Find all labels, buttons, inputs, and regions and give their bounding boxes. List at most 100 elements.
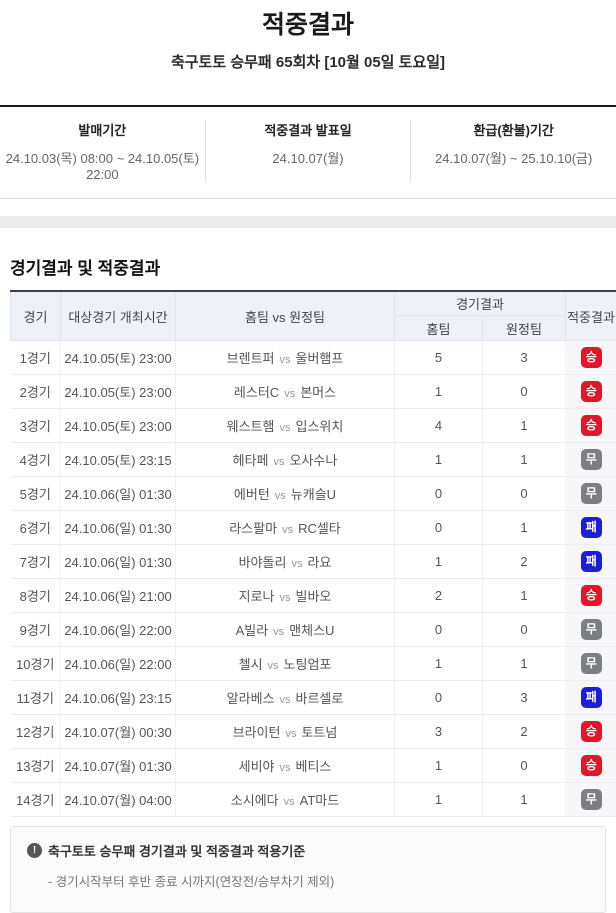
away-score: 0 [483, 749, 566, 783]
vs-label: vs [270, 490, 291, 502]
vs-label: vs [263, 660, 284, 672]
result-badge: 승 [581, 347, 602, 368]
game-time: 24.10.06(일) 23:15 [61, 681, 176, 715]
matchup: 첼시vs노팅엄포 [176, 647, 395, 681]
info-label: 환급(환불)기간 [411, 120, 616, 139]
hit-result-cell: 무 [566, 613, 616, 647]
matchup: 에버턴vs뉴캐슬U [176, 477, 395, 511]
game-time: 24.10.07(월) 04:00 [61, 783, 176, 817]
result-badge: 무 [581, 449, 602, 470]
game-time: 24.10.06(일) 01:30 [61, 511, 176, 545]
away-team: 라요 [307, 555, 331, 570]
hit-result-cell: 무 [566, 647, 616, 681]
table-row: 3경기 24.10.05(토) 23:00 웨스트햄vs입스위치 4 1 승 [11, 409, 616, 443]
table-row: 13경기 24.10.07(월) 01:30 세비야vs베티스 1 0 승 [11, 749, 616, 783]
matchup: 웨스트햄vs입스위치 [176, 409, 395, 443]
home-team: 바야돌리 [239, 555, 287, 570]
away-team: AT마드 [300, 793, 340, 808]
home-team: 에버턴 [234, 487, 270, 502]
result-badge: 승 [581, 381, 602, 402]
away-score: 1 [483, 579, 566, 613]
game-time: 24.10.05(토) 23:00 [61, 341, 176, 375]
game-time: 24.10.05(토) 23:00 [61, 375, 176, 409]
vs-label: vs [268, 626, 289, 638]
home-score: 1 [395, 749, 483, 783]
notice-box: ! 축구토토 승무패 경기결과 및 적중결과 적용기준 - 경기시작부터 후반 … [10, 826, 606, 913]
hit-result-cell: 승 [566, 715, 616, 749]
game-number: 10경기 [11, 647, 61, 681]
away-team: 토트넘 [301, 725, 337, 740]
away-score: 1 [483, 783, 566, 817]
home-score: 1 [395, 443, 483, 477]
results-table: 경기 대상경기 개최시간 홈팀 vs 원정팀 경기결과 적중결과 홈팀 원정팀 … [10, 290, 616, 818]
away-score: 2 [483, 545, 566, 579]
away-score: 1 [483, 511, 566, 545]
col-header-teams: 홈팀 vs 원정팀 [176, 291, 395, 341]
info-value: 24.10.07(월) [206, 148, 411, 167]
matchup: A빌라vs맨체스U [176, 613, 395, 647]
table-row: 8경기 24.10.06(일) 21:00 지로나vs빌바오 2 1 승 [11, 579, 616, 613]
game-time: 24.10.05(토) 23:00 [61, 409, 176, 443]
vs-label: vs [280, 728, 301, 740]
page-title: 적중결과 [0, 0, 616, 40]
hit-result-cell: 승 [566, 341, 616, 375]
away-team: 노팅엄포 [284, 657, 332, 672]
result-badge: 패 [581, 687, 602, 708]
col-header-result-group: 경기결과 [395, 291, 566, 316]
vs-label: vs [275, 354, 296, 366]
table-row: 11경기 24.10.06(일) 23:15 알라베스vs바르셀로 0 3 패 [11, 681, 616, 715]
notice-line: - 경기시작부터 후반 종료 시까지(연장전/승부차기 제외) [48, 871, 589, 890]
col-header-game: 경기 [11, 291, 61, 341]
home-score: 0 [395, 613, 483, 647]
hit-result-cell: 무 [566, 443, 616, 477]
notice-title: 축구토토 승무패 경기결과 및 적중결과 적용기준 [48, 841, 305, 860]
hit-result-cell: 패 [566, 681, 616, 715]
away-team: 베티스 [296, 759, 332, 774]
away-team: RC셀타 [298, 521, 341, 536]
game-number: 2경기 [11, 375, 61, 409]
result-badge: 승 [581, 415, 602, 436]
home-team: 레스터C [234, 385, 279, 400]
table-row: 6경기 24.10.06(일) 01:30 라스팔마vsRC셀타 0 1 패 [11, 511, 616, 545]
hit-result-cell: 패 [566, 511, 616, 545]
home-score: 0 [395, 477, 483, 511]
game-time: 24.10.06(일) 22:00 [61, 613, 176, 647]
info-result-date: 적중결과 발표일 24.10.07(월) [205, 120, 411, 182]
home-team: 세비야 [239, 759, 275, 774]
result-badge: 무 [581, 789, 602, 810]
vs-label: vs [275, 422, 296, 434]
hit-result-cell: 무 [566, 783, 616, 817]
vs-label: vs [275, 694, 296, 706]
home-team: 헤타페 [233, 453, 269, 468]
game-time: 24.10.07(월) 01:30 [61, 749, 176, 783]
hit-result-cell: 무 [566, 477, 616, 511]
hit-result-cell: 승 [566, 749, 616, 783]
hit-result-cell: 승 [566, 409, 616, 443]
table-row: 1경기 24.10.05(토) 23:00 브렌트퍼vs울버햄프 5 3 승 [11, 341, 616, 375]
home-score: 5 [395, 341, 483, 375]
home-score: 2 [395, 579, 483, 613]
info-value: 24.10.03(목) 08:00 ~ 24.10.05(토) 22:00 [0, 148, 205, 182]
col-header-time: 대상경기 개최시간 [61, 291, 176, 341]
home-team: 첼시 [239, 657, 263, 672]
table-row: 14경기 24.10.07(월) 04:00 소시에다vsAT마드 1 1 무 [11, 783, 616, 817]
away-score: 1 [483, 443, 566, 477]
away-score: 1 [483, 647, 566, 681]
away-team: 뉴캐슬U [291, 487, 336, 502]
page-subtitle: 축구토토 승무패 65회차 [10월 05일 토요일] [0, 51, 616, 72]
section-title: 경기결과 및 적중결과 [10, 254, 606, 279]
game-time: 24.10.05(토) 23:15 [61, 443, 176, 477]
hit-result-cell: 승 [566, 579, 616, 613]
game-number: 11경기 [11, 681, 61, 715]
matchup: 브라이턴vs토트넘 [176, 715, 395, 749]
away-team: 울버햄프 [296, 351, 344, 366]
table-row: 4경기 24.10.05(토) 23:15 헤타페vs오사수나 1 1 무 [11, 443, 616, 477]
home-team: 웨스트햄 [227, 419, 275, 434]
vs-label: vs [275, 762, 296, 774]
away-team: 입스위치 [296, 419, 344, 434]
col-header-hit: 적중결과 [566, 291, 616, 341]
home-team: 브라이턴 [233, 725, 281, 740]
game-number: 4경기 [11, 443, 61, 477]
col-header-home: 홈팀 [395, 316, 483, 341]
matchup: 바야돌리vs라요 [176, 545, 395, 579]
